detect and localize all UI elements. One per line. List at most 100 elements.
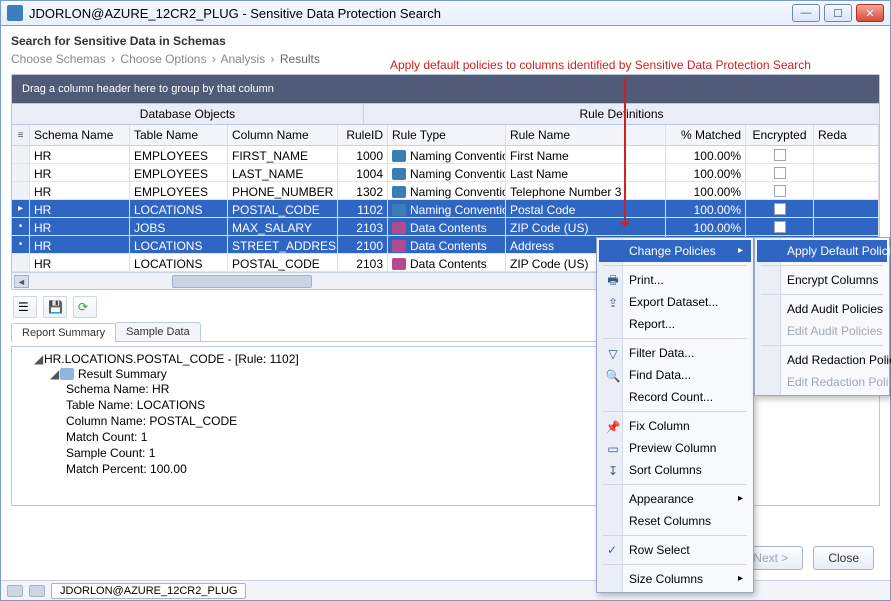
cell-rulename: Last Name [506, 164, 666, 181]
instruction-annotation: Apply default policies to columns identi… [390, 58, 811, 72]
grid-header: ≡ Schema Name Table Name Column Name Rul… [12, 125, 879, 146]
menu-fix-column[interactable]: 📌Fix Column [599, 415, 751, 437]
table-row[interactable]: HREMPLOYEESFIRST_NAME1000Naming Conventi… [12, 146, 879, 164]
menu-print[interactable]: 🖶Print... [599, 269, 751, 291]
checkbox-icon[interactable] [774, 203, 786, 215]
cell-schema: HR [30, 254, 130, 271]
checkbox-icon[interactable] [774, 149, 786, 161]
row-indicator: ▸ [12, 200, 30, 217]
preview-icon: ▭ [605, 441, 621, 457]
cell-ruleid: 1004 [338, 164, 388, 181]
check-icon: ✓ [607, 543, 617, 557]
toggle-tree-button[interactable]: ☰ [13, 296, 37, 318]
cell-encrypted[interactable] [746, 182, 814, 199]
checkbox-icon[interactable] [774, 167, 786, 179]
row-indicator [12, 182, 30, 199]
col-encrypted[interactable]: Encrypted [746, 125, 814, 145]
menu-edit-redaction-policies: Edit Redaction Policies [757, 371, 887, 393]
table-row[interactable]: HREMPLOYEESPHONE_NUMBER1302Naming Conven… [12, 182, 879, 200]
menu-appearance[interactable]: Appearance▸ [599, 488, 751, 510]
cell-rulename: Postal Code [506, 200, 666, 217]
menu-add-audit-policies[interactable]: Add Audit Policies [757, 298, 887, 320]
menu-add-redaction-policies[interactable]: Add Redaction Policies [757, 349, 887, 371]
cell-redacted [814, 164, 879, 181]
app-icon [7, 5, 23, 21]
menu-export-dataset[interactable]: ⇪Export Dataset... [599, 291, 751, 313]
menu-record-count[interactable]: Record Count... [599, 386, 751, 408]
menu-find-data[interactable]: 🔍Find Data... [599, 364, 751, 386]
menu-row-select[interactable]: ✓Row Select [599, 539, 751, 561]
minimize-button[interactable]: — [792, 4, 820, 22]
row-indicator [12, 164, 30, 181]
status-icon [29, 585, 45, 597]
menu-preview-column[interactable]: ▭Preview Column [599, 437, 751, 459]
search-icon: 🔍 [605, 368, 621, 384]
col-redacted[interactable]: Reda [814, 125, 879, 145]
cell-schema: HR [30, 182, 130, 199]
col-rulename[interactable]: Rule Name [506, 125, 666, 145]
cell-column: STREET_ADDRESS [228, 236, 338, 253]
close-button[interactable]: ✕ [856, 4, 884, 22]
col-ruleid[interactable]: RuleID [338, 125, 388, 145]
col-ruletype[interactable]: Rule Type [388, 125, 506, 145]
cell-matched: 100.00% [666, 164, 746, 181]
col-column-name[interactable]: Column Name [228, 125, 338, 145]
col-table-name[interactable]: Table Name [130, 125, 228, 145]
maximize-button[interactable]: ☐ [824, 4, 852, 22]
cell-ruleid: 2103 [338, 218, 388, 235]
cell-rulename: Telephone Number 3 [506, 182, 666, 199]
tab-sample-data[interactable]: Sample Data [115, 322, 201, 341]
twisty-icon[interactable]: ◢ [34, 352, 44, 366]
twisty-icon[interactable]: ◢ [50, 367, 60, 381]
checkbox-icon[interactable] [774, 185, 786, 197]
menu-reset-columns[interactable]: Reset Columns [599, 510, 751, 532]
status-icon [7, 585, 23, 597]
col-schema-name[interactable]: Schema Name [30, 125, 130, 145]
cell-encrypted[interactable] [746, 146, 814, 163]
menu-report[interactable]: Report... [599, 313, 751, 335]
cell-schema: HR [30, 164, 130, 181]
row-indicator: • [12, 236, 30, 253]
menu-size-columns[interactable]: Size Columns▸ [599, 568, 751, 590]
cell-matched: 100.00% [666, 218, 746, 235]
tree-result-summary[interactable]: Result Summary [78, 367, 167, 381]
grid-context-menu[interactable]: Change Policies▸ 🖶Print... ⇪Export Datas… [596, 237, 754, 593]
menu-change-policies[interactable]: Change Policies▸ [599, 240, 751, 262]
menu-sort-columns[interactable]: ↧Sort Columns [599, 459, 751, 481]
scroll-left-arrow[interactable]: ◄ [14, 275, 29, 288]
menu-filter-data[interactable]: ▽Filter Data... [599, 342, 751, 364]
table-row[interactable]: HREMPLOYEESLAST_NAME1004Naming Conventio… [12, 164, 879, 182]
crumb-schemas[interactable]: Choose Schemas [11, 52, 106, 66]
refresh-button[interactable]: ⟳ [73, 296, 97, 318]
save-button[interactable]: 💾 [43, 296, 67, 318]
cell-encrypted[interactable] [746, 218, 814, 235]
table-row[interactable]: •HRJOBSMAX_SALARY2103Data ContentsZIP Co… [12, 218, 879, 236]
row-indicator [12, 146, 30, 163]
tree-root[interactable]: HR.LOCATIONS.POSTAL_CODE - [Rule: 1102] [44, 352, 299, 366]
annotation-arrow [624, 78, 626, 226]
window-title: JDORLON@AZURE_12CR2_PLUG - Sensitive Dat… [29, 6, 792, 21]
cell-table: EMPLOYEES [130, 164, 228, 181]
menu-encrypt-columns[interactable]: Encrypt Columns [757, 269, 887, 291]
cell-redacted [814, 218, 879, 235]
connection-tab[interactable]: JDORLON@AZURE_12CR2_PLUG [51, 583, 246, 599]
menu-apply-default-policies[interactable]: Apply Default Policies [757, 240, 887, 262]
row-indicator-header[interactable]: ≡ [12, 125, 30, 145]
cell-table: LOCATIONS [130, 236, 228, 253]
close-dialog-button[interactable]: Close [813, 546, 874, 570]
crumb-analysis[interactable]: Analysis [220, 52, 265, 66]
cell-ruleid: 2100 [338, 236, 388, 253]
group-by-area[interactable]: Drag a column header here to group by th… [12, 75, 879, 104]
cell-encrypted[interactable] [746, 164, 814, 181]
cell-encrypted[interactable] [746, 200, 814, 217]
scroll-thumb[interactable] [172, 275, 312, 288]
change-policies-submenu[interactable]: Apply Default Policies Encrypt Columns A… [754, 237, 890, 396]
checkbox-icon[interactable] [774, 221, 786, 233]
cell-column: POSTAL_CODE [228, 254, 338, 271]
crumb-options[interactable]: Choose Options [120, 52, 206, 66]
cell-table: LOCATIONS [130, 200, 228, 217]
table-row[interactable]: ▸HRLOCATIONSPOSTAL_CODE1102Naming Conven… [12, 200, 879, 218]
tab-report-summary[interactable]: Report Summary [11, 323, 116, 342]
refresh-icon: ⟳ [78, 300, 92, 314]
col-matched[interactable]: % Matched [666, 125, 746, 145]
